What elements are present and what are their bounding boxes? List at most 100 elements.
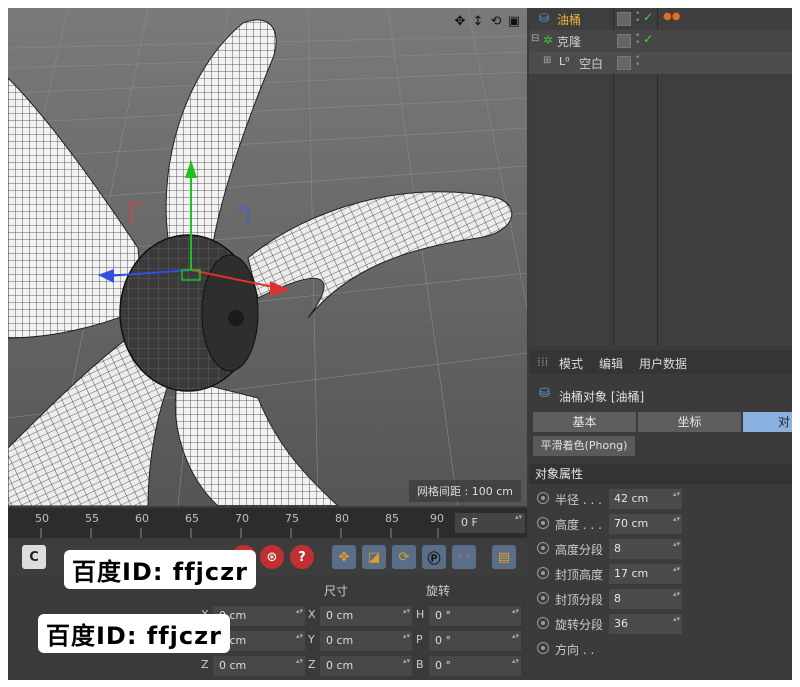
cylinder-icon: ⛁ — [539, 386, 550, 401]
radius-field[interactable]: 42 cm — [609, 489, 682, 509]
menu-edit[interactable]: 编辑 — [599, 355, 623, 372]
maximize-view-icon[interactable]: ▣ — [507, 14, 521, 29]
rotate-tool-icon[interactable]: ⟳ — [392, 545, 416, 569]
fan-hub-center — [228, 310, 244, 326]
cap-segments-field[interactable]: 8 — [609, 589, 682, 609]
size-axis-label: X — [308, 608, 316, 621]
enabled-check-icon[interactable]: ✓ — [643, 10, 653, 24]
visibility-dots[interactable]: • • — [635, 10, 640, 26]
rotation-segments-field[interactable]: 36 — [609, 614, 682, 634]
size-x-field[interactable]: 0 cm — [320, 606, 412, 626]
tab-basic[interactable]: 基本 — [533, 412, 636, 432]
film-icon[interactable]: ▤ — [492, 545, 516, 569]
property-row: 旋转分段 36 — [529, 613, 792, 635]
timeline-ruler[interactable]: 50 55 60 65 70 75 80 85 90 — [8, 508, 448, 538]
property-row: 方向 . . — [529, 638, 792, 660]
timeline[interactable]: 50 55 60 65 70 75 80 85 90 0 F — [8, 508, 527, 538]
keyframe-icon[interactable]: ⊛ — [260, 545, 284, 569]
anim-radio-icon[interactable] — [537, 517, 549, 529]
enabled-check-icon[interactable]: ✓ — [643, 32, 653, 46]
property-row: 高度分段 8 — [529, 538, 792, 560]
current-frame-field[interactable]: 0 F — [455, 512, 525, 533]
object-row[interactable]: ⊞ L⁰ 空白 • • — [529, 52, 792, 74]
object-row[interactable]: ⊟ ✲ 克隆 • • ✓ — [529, 30, 792, 52]
property-row: 封顶高度 17 cm — [529, 563, 792, 585]
property-row: 半径 . . . 42 cm — [529, 488, 792, 510]
property-label: 旋转分段 — [555, 618, 604, 632]
rotation-b-field[interactable]: 0 ° — [429, 656, 521, 676]
anim-radio-icon[interactable] — [537, 642, 549, 654]
size-z-field[interactable]: 0 cm — [320, 656, 412, 676]
grid-spacing-label: 网格间距 : 100 cm — [409, 480, 521, 502]
rotation-p-field[interactable]: 0 ° — [429, 631, 521, 651]
attribute-manager: ⁞⁞⁞ 模式 编辑 用户数据 ⛁ 油桶对象 [油桶] 基本 坐标 对 平滑着色(… — [529, 350, 792, 680]
pan-view-icon[interactable]: ↕ — [471, 14, 485, 29]
property-label: 方向 . . — [555, 643, 595, 657]
menu-mode[interactable]: 模式 — [559, 355, 583, 372]
c4d-window: ✥ ↕ ⟲ ▣ 网格间距 : 100 cm 50 55 60 65 70 75 … — [8, 8, 792, 680]
viewport-nav-icons: ✥ ↕ ⟲ ▣ — [453, 14, 521, 29]
rot-axis-label: P — [416, 633, 423, 646]
watermark: 百度ID: ffjczr — [38, 614, 230, 653]
property-label: 高度分段 — [555, 543, 604, 557]
tab-object[interactable]: 对 — [743, 412, 792, 432]
attribute-menu-bar: ⁞⁞⁞ 模式 编辑 用户数据 — [529, 350, 792, 374]
size-axis-label: Y — [308, 633, 315, 646]
move-tool-icon[interactable]: ✥ — [332, 545, 356, 569]
cylinder-icon: ⛁ — [539, 11, 550, 25]
viewport-scene[interactable] — [8, 8, 527, 506]
height-field[interactable]: 70 cm — [609, 514, 682, 534]
anim-radio-icon[interactable] — [537, 492, 549, 504]
menu-user-data[interactable]: 用户数据 — [639, 355, 687, 372]
null-object-icon: L⁰ — [559, 55, 570, 68]
help-icon[interactable]: ? — [290, 545, 314, 569]
pos-axis-label: Z — [201, 658, 209, 671]
point-mode-icon[interactable]: Ⓟ — [422, 545, 446, 569]
object-name[interactable]: 克隆 — [557, 33, 581, 50]
property-row: 封顶分段 8 — [529, 588, 792, 610]
cap-height-field[interactable]: 17 cm — [609, 564, 682, 584]
grid-dots-icon[interactable]: ⁘⁘ — [452, 545, 476, 569]
timeline-tick-marks — [40, 528, 439, 538]
3d-viewport[interactable]: ✥ ↕ ⟲ ▣ 网格间距 : 100 cm — [8, 8, 527, 506]
rot-axis-label: B — [416, 658, 424, 671]
tab-coord[interactable]: 坐标 — [638, 412, 741, 432]
position-z-field[interactable]: 0 cm — [213, 656, 305, 676]
undo-icon[interactable]: C — [22, 545, 46, 569]
size-header: 尺寸 — [324, 584, 349, 598]
layer-flag[interactable] — [617, 12, 631, 26]
property-label: 封顶分段 — [555, 593, 604, 607]
visibility-dots[interactable]: • • — [635, 54, 640, 70]
property-label: 高度 . . . — [555, 518, 602, 532]
object-name[interactable]: 油桶 — [557, 11, 581, 28]
object-manager[interactable]: ⛁ 油桶 • • ✓ ●● ⊟ ✲ 克隆 • • ✓ ⊞ L⁰ 空白 • • — [529, 8, 792, 346]
rotation-header: 旋转 — [426, 584, 451, 598]
rotation-h-field[interactable]: 0 ° — [429, 606, 521, 626]
cloner-icon: ✲ — [543, 33, 554, 47]
size-axis-label: Z — [308, 658, 316, 671]
anim-radio-icon[interactable] — [537, 592, 549, 604]
object-name[interactable]: 空白 — [579, 55, 603, 72]
height-segments-field[interactable]: 8 — [609, 539, 682, 559]
anim-radio-icon[interactable] — [537, 567, 549, 579]
move-view-icon[interactable]: ✥ — [453, 14, 467, 29]
layer-flag[interactable] — [617, 56, 631, 70]
tab-phong[interactable]: 平滑着色(Phong) — [533, 436, 635, 456]
material-tag-icon[interactable]: ●● — [663, 11, 680, 22]
layer-flag[interactable] — [617, 34, 631, 48]
section-header: 对象属性 — [529, 464, 792, 484]
object-title: 油桶对象 [油桶] — [559, 390, 645, 404]
rotate-view-icon[interactable]: ⟲ — [489, 14, 503, 29]
collapse-icon[interactable]: ⊟ — [531, 33, 539, 44]
anim-radio-icon[interactable] — [537, 542, 549, 554]
anim-radio-icon[interactable] — [537, 617, 549, 629]
watermark: 百度ID: ffjczr — [64, 550, 256, 589]
object-row[interactable]: ⛁ 油桶 • • ✓ ●● — [529, 8, 792, 30]
visibility-dots[interactable]: • • — [635, 32, 640, 48]
grip-icon: ⁞⁞⁞ — [537, 355, 549, 369]
expand-icon[interactable]: ⊞ — [543, 55, 551, 66]
size-y-field[interactable]: 0 cm — [320, 631, 412, 651]
property-label: 封顶高度 — [555, 568, 604, 582]
property-row: 高度 . . . 70 cm — [529, 513, 792, 535]
scale-tool-icon[interactable]: ◪ — [362, 545, 386, 569]
